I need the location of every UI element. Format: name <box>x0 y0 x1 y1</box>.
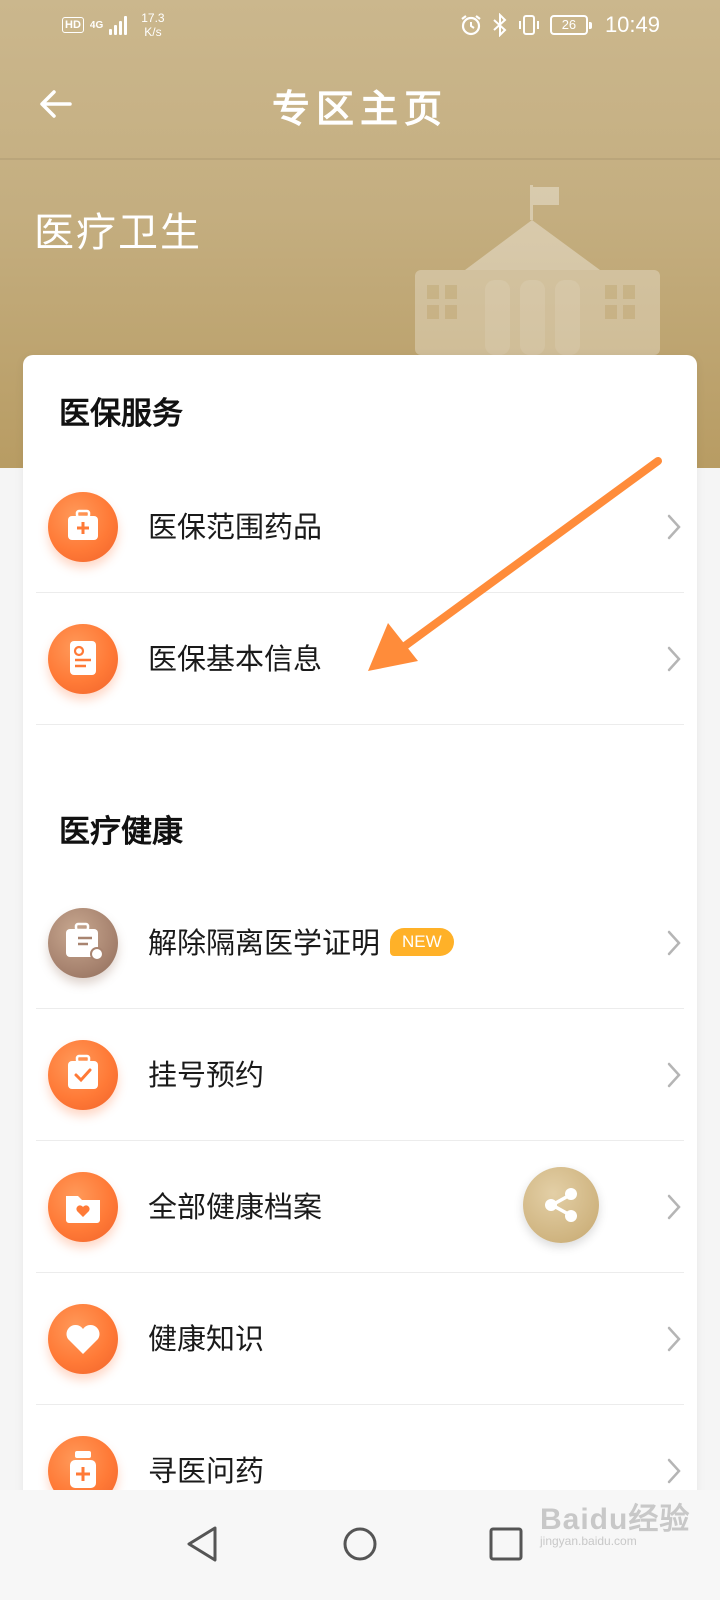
section-title-insurance: 医保服务 <box>59 396 183 432</box>
chevron-right-icon <box>667 1062 681 1088</box>
list-item-label: 健康知识 <box>148 1322 265 1356</box>
circle-home-icon <box>343 1527 377 1561</box>
share-icon <box>545 1188 577 1222</box>
chevron-right-icon <box>667 1326 681 1352</box>
nav-home-button[interactable] <box>332 1516 388 1572</box>
signal-icon <box>109 15 128 35</box>
list-item-health-knowledge[interactable]: 健康知识 <box>36 1273 684 1405</box>
page-title: 专区主页 <box>271 86 448 131</box>
list-item-label: 全部健康档案 <box>148 1190 323 1224</box>
list-item-label-text: 解除隔离医学证明 <box>148 926 381 960</box>
section-title-health: 医疗健康 <box>59 814 183 850</box>
list-item-insurance-drugs[interactable]: 医保范围药品 <box>36 461 684 593</box>
list-item-insurance-info[interactable]: 医保基本信息 <box>36 593 684 725</box>
health-folder-icon <box>48 1172 118 1242</box>
insurance-card-icon <box>48 624 118 694</box>
vibrate-icon <box>517 13 541 37</box>
network-speed-value: 17.3 <box>141 11 165 25</box>
chevron-right-icon <box>667 514 681 540</box>
header-divider <box>0 158 720 160</box>
clipboard-check-icon <box>48 1040 118 1110</box>
watermark-main: Baidu经验 <box>540 1503 691 1536</box>
medicine-kit-icon <box>48 492 118 562</box>
square-recents-icon <box>489 1527 523 1561</box>
chevron-right-icon <box>667 1458 681 1484</box>
list-item-label: 解除隔离医学证明 NEW <box>148 877 454 1009</box>
alarm-icon <box>459 13 483 37</box>
isolation-certificate-icon <box>48 908 118 978</box>
status-bar: HD 4G 17.3 K/s 26 10:49 <box>0 0 720 50</box>
hd-indicator: HD <box>62 17 84 33</box>
list-item-label: 医保范围药品 <box>148 510 323 544</box>
service-card: 医保服务 医保范围药品 医保基本信息 医疗健康 解除隔离医学证明 NEW 挂号预约 <box>23 355 697 1515</box>
chevron-right-icon <box>667 1194 681 1220</box>
nav-recents-button[interactable] <box>478 1516 534 1572</box>
zone-title: 医疗卫生 <box>34 210 202 256</box>
baidu-watermark: Baidu经验 jingyan.baidu.com <box>540 1494 690 1548</box>
network-speed: 17.3 K/s <box>141 11 164 39</box>
building-illustration <box>415 185 660 355</box>
bluetooth-icon <box>492 13 508 37</box>
list-item-isolation-certificate[interactable]: 解除隔离医学证明 NEW <box>36 877 684 1009</box>
heart-icon <box>48 1304 118 1374</box>
clock: 10:49 <box>604 12 660 37</box>
list-item-label: 医保基本信息 <box>148 642 323 676</box>
list-item-appointment[interactable]: 挂号预约 <box>36 1009 684 1141</box>
chevron-right-icon <box>667 930 681 956</box>
triangle-back-icon <box>187 1526 217 1562</box>
share-button[interactable] <box>523 1167 599 1243</box>
battery-icon: 26 <box>549 15 592 35</box>
nav-back-button[interactable] <box>175 1516 231 1572</box>
network-type: 4G <box>89 19 104 31</box>
network-speed-unit: K/s <box>144 25 162 39</box>
list-item-label: 挂号预约 <box>148 1058 265 1092</box>
new-badge: NEW <box>390 928 454 956</box>
chevron-right-icon <box>667 646 681 672</box>
